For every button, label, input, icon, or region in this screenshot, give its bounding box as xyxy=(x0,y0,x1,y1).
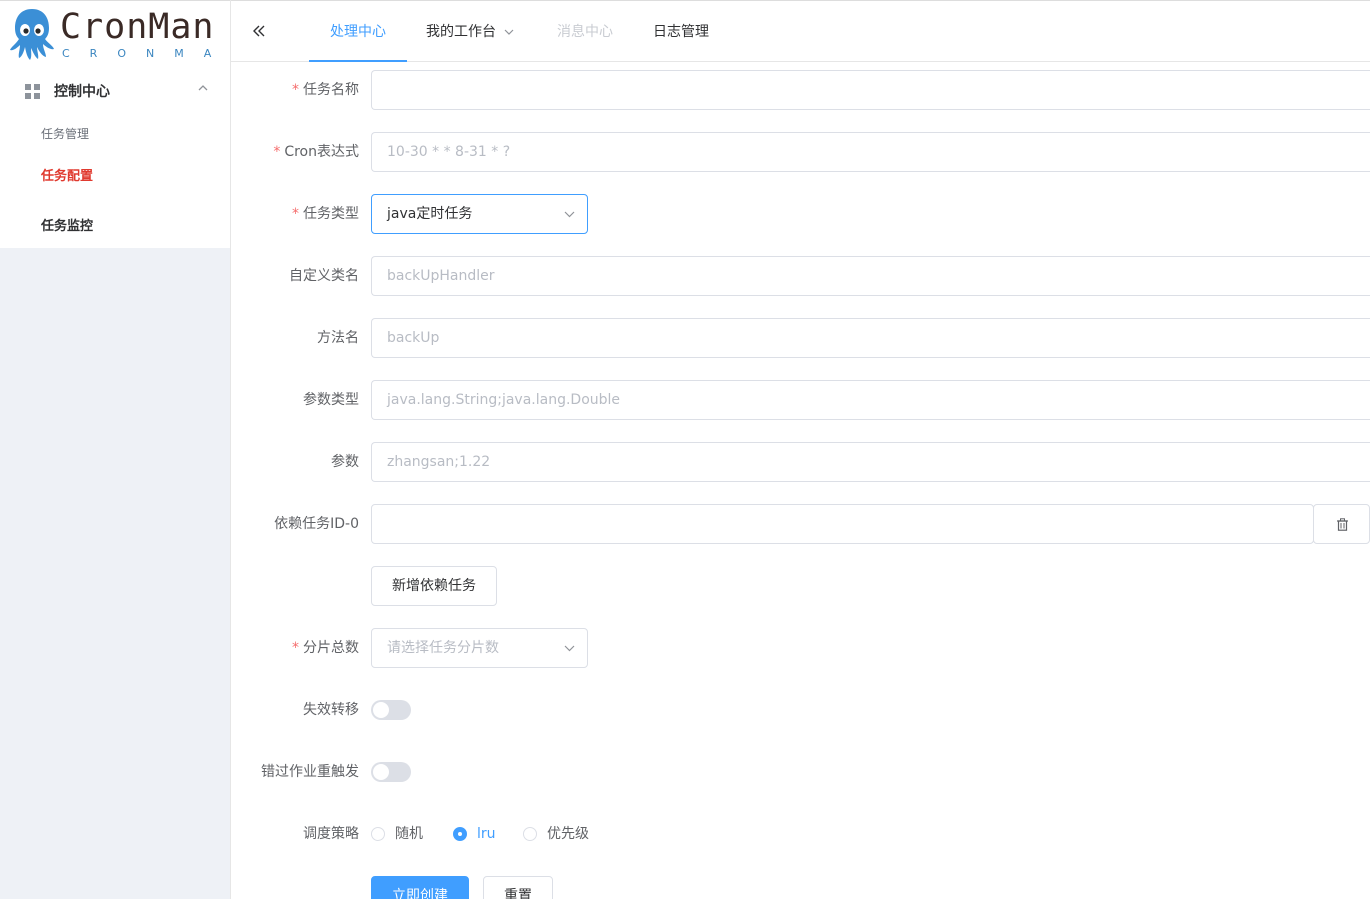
task-type-label: * 任务类型 xyxy=(292,206,359,222)
form-row-cron: * Cron表达式 10-30 * * 8-31 * ? xyxy=(231,132,1370,172)
shard-total-select[interactable]: 请选择任务分片数 xyxy=(371,628,588,668)
sidebar-item-task-monitor[interactable]: 任务监控 xyxy=(41,215,93,234)
method-name-input[interactable]: backUp xyxy=(371,318,1370,358)
double-chevron-left-icon[interactable] xyxy=(251,23,267,39)
radio-label: 随机 xyxy=(395,826,423,842)
radio-label: lru xyxy=(477,826,496,842)
form-row-strategy: 调度策略 随机 lru 优先级 xyxy=(231,814,1370,854)
tab-my-workbench[interactable]: 我的工作台 xyxy=(426,1,514,62)
toggle-knob xyxy=(373,702,389,718)
dependency-input[interactable] xyxy=(371,504,1314,544)
form-row-dependency: 依赖任务ID-0 xyxy=(231,504,1370,544)
top-nav: 处理中心 我的工作台 消息中心 日志管理 xyxy=(231,0,1370,62)
chevron-down-icon xyxy=(504,29,514,35)
required-mark: * xyxy=(292,640,299,656)
param-types-input[interactable]: java.lang.String;java.lang.Double xyxy=(371,380,1370,420)
class-name-label: 自定义类名 xyxy=(289,268,359,284)
form-row-failover: 失效转移 xyxy=(231,690,1370,730)
params-label: 参数 xyxy=(331,454,359,470)
cron-input[interactable]: 10-30 * * 8-31 * ? xyxy=(371,132,1370,172)
form-row-shard-total: * 分片总数 请选择任务分片数 xyxy=(231,628,1370,668)
form-row-task-type: * 任务类型 java定时任务 xyxy=(231,194,1370,234)
sidebar-menu: 控制中心 任务管理 任务配置 任务监控 xyxy=(0,61,230,248)
shard-total-placeholder: 请选择任务分片数 xyxy=(387,640,499,656)
trash-icon xyxy=(1337,518,1348,531)
tab-message-center[interactable]: 消息中心 xyxy=(557,1,613,62)
grid-icon xyxy=(25,84,40,99)
toggle-knob xyxy=(373,764,389,780)
add-dependency-button[interactable]: 新增依赖任务 xyxy=(371,566,497,606)
tab-processing-center[interactable]: 处理中心 xyxy=(309,1,407,62)
delete-dependency-button[interactable] xyxy=(1313,504,1370,544)
radio-circle xyxy=(453,827,467,841)
chevron-down-icon xyxy=(564,211,575,218)
task-name-input[interactable] xyxy=(371,70,1370,110)
reset-button[interactable]: 重置 xyxy=(483,876,553,899)
shard-total-label: * 分片总数 xyxy=(292,640,359,656)
params-input[interactable]: zhangsan;1.22 xyxy=(371,442,1370,482)
menu-group-control-center[interactable]: 控制中心 xyxy=(0,61,230,117)
logo-subtitle: CRONMAN xyxy=(62,47,260,60)
required-mark: * xyxy=(292,82,299,98)
logo[interactable]: CronMan CRONMAN xyxy=(0,0,239,61)
form-row-param-types: 参数类型 java.lang.String;java.lang.Double xyxy=(231,380,1370,420)
param-types-label: 参数类型 xyxy=(303,392,359,408)
form-row-params: 参数 zhangsan;1.22 xyxy=(231,442,1370,482)
task-type-value: java定时任务 xyxy=(387,206,473,222)
sidebar-item-task-config[interactable]: 任务配置 xyxy=(41,165,93,184)
form-row-misfire: 错过作业重触发 xyxy=(231,752,1370,792)
sidebar: CronMan CRONMAN 控制中心 任务管理 任务配置 任务监控 xyxy=(0,0,239,899)
create-now-button[interactable]: 立即创建 xyxy=(371,876,469,899)
required-mark: * xyxy=(292,206,299,222)
radio-circle xyxy=(523,827,537,841)
class-name-input[interactable]: backUpHandler xyxy=(371,256,1370,296)
task-type-select[interactable]: java定时任务 xyxy=(371,194,588,234)
form-row-class-name: 自定义类名 backUpHandler xyxy=(231,256,1370,296)
form-row-method-name: 方法名 backUp xyxy=(231,318,1370,358)
chevron-down-icon xyxy=(564,645,575,652)
failover-label: 失效转移 xyxy=(303,702,359,718)
cron-label: * Cron表达式 xyxy=(273,144,359,160)
form-row-task-name: * 任务名称 xyxy=(231,70,1370,110)
chevron-up-icon xyxy=(198,85,208,91)
failover-toggle[interactable] xyxy=(371,700,411,720)
radio-circle xyxy=(371,827,385,841)
sidebar-item-task-management[interactable]: 任务管理 xyxy=(41,125,89,142)
menu-group-label: 控制中心 xyxy=(54,84,110,100)
form-row-actions: 立即创建 重置 xyxy=(231,876,1370,899)
required-mark: * xyxy=(273,144,281,160)
tab-my-workbench-label: 我的工作台 xyxy=(426,24,496,40)
tab-log-management[interactable]: 日志管理 xyxy=(653,1,709,62)
form-row-add-dependency: 新增依赖任务 xyxy=(231,566,1370,606)
task-name-label: * 任务名称 xyxy=(292,82,359,98)
method-name-label: 方法名 xyxy=(317,330,359,346)
radio-label: 优先级 xyxy=(547,826,589,842)
strategy-label: 调度策略 xyxy=(303,826,359,842)
misfire-toggle[interactable] xyxy=(371,762,411,782)
logo-title: CronMan xyxy=(60,7,215,47)
octopus-mascot-icon xyxy=(10,9,54,60)
misfire-label: 错过作业重触发 xyxy=(261,764,359,780)
dependency-label: 依赖任务ID-0 xyxy=(274,516,359,532)
